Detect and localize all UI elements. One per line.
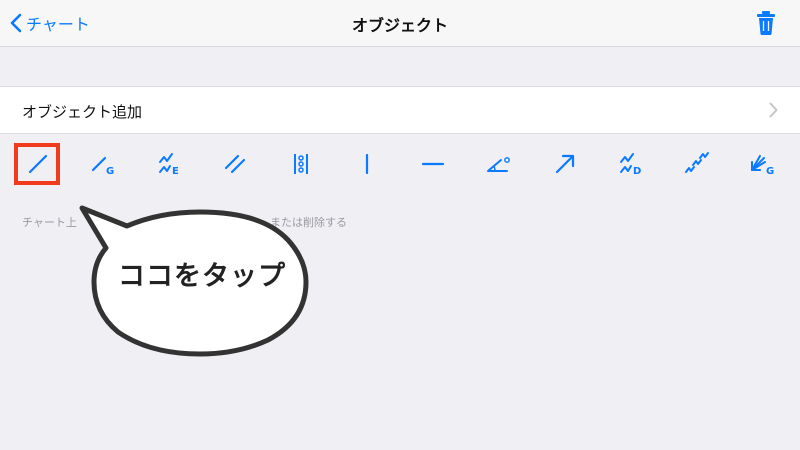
vertical-line-icon [365,153,369,175]
hint-text-end: または削除する [270,216,347,229]
gann-fan-tool[interactable]: G [743,144,783,184]
arrow-tool[interactable] [545,144,585,184]
svg-text:E: E [172,166,179,177]
vertical-line-tool[interactable] [347,144,387,184]
svg-text:D: D [633,166,641,177]
elliott-wave-tool[interactable]: E [150,144,190,184]
parallel-lines-icon [224,154,246,174]
hint-text-start: チャート上 [22,216,77,229]
fibonacci-tool[interactable] [281,144,321,184]
angle-icon [487,157,510,172]
navigation-bar: チャート オブジェクト [0,0,800,47]
fibonacci-icon [294,154,308,174]
callout-bubble [79,205,309,357]
elliott-wave-icon: E [159,153,179,177]
gann-fan-icon: G [751,155,774,177]
svg-text:G: G [766,166,774,177]
angle-tool[interactable] [479,144,519,184]
horizontal-line-tool[interactable] [413,144,453,184]
trendline-g-tool[interactable]: G [84,144,124,184]
object-toolbar: G E D G [0,138,800,190]
callout-text: ココをタップ [118,261,286,292]
page-title: オブジェクト [351,16,448,35]
parallel-lines-tool[interactable] [215,144,255,184]
elliott-wave-d-icon: D [620,153,641,177]
chevron-right-icon [769,102,778,118]
svg-text:G: G [106,166,114,177]
horizontal-line-icon [421,162,445,166]
trash-icon [757,11,775,35]
zigzag-tool[interactable] [677,144,717,184]
delete-button[interactable] [756,10,776,36]
trendline-g-icon: G [91,156,114,177]
add-object-label: オブジェクト追加 [22,103,143,121]
add-object-row[interactable]: オブジェクト追加 [0,86,800,134]
highlight-box [14,143,60,185]
zigzag-icon [685,152,709,173]
elliott-wave-d-tool[interactable]: D [611,144,651,184]
arrow-icon [555,154,575,174]
